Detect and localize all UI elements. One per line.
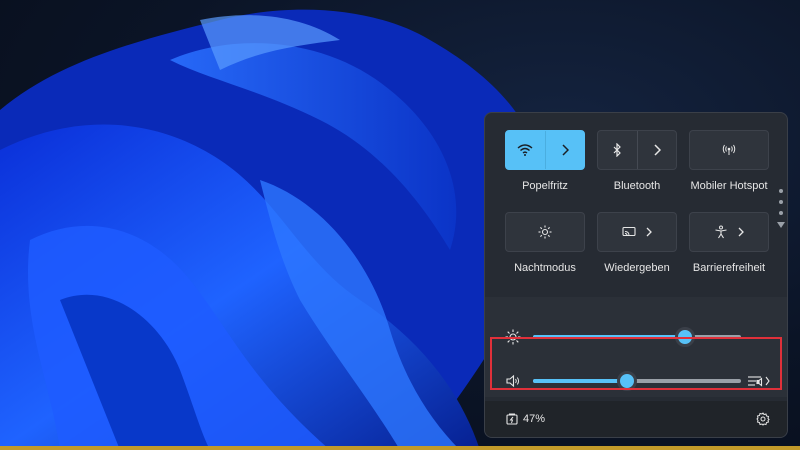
page-dot[interactable] xyxy=(779,211,783,215)
bluetooth-label: Bluetooth xyxy=(613,180,661,192)
page-dot[interactable] xyxy=(779,200,783,204)
bluetooth-expand-button[interactable] xyxy=(638,131,677,169)
bluetooth-toggle[interactable] xyxy=(598,131,638,169)
chevron-right-icon xyxy=(653,144,661,156)
wifi-label: Popelfritz xyxy=(522,180,568,192)
hotspot-label: Mobiler Hotspot xyxy=(690,180,768,192)
chevron-right-icon[interactable] xyxy=(646,227,652,237)
chevron-right-icon xyxy=(561,144,569,156)
wifi-expand-button[interactable] xyxy=(546,131,585,169)
gear-icon[interactable] xyxy=(756,412,770,426)
wifi-tile[interactable] xyxy=(505,130,585,170)
chevron-right-icon[interactable] xyxy=(738,227,744,237)
cast-label: Wiedergeben xyxy=(604,262,670,274)
battery-percent: 47% xyxy=(523,413,546,425)
quick-settings-footer: 47% xyxy=(485,401,787,437)
accessibility-icon xyxy=(714,225,728,239)
night-mode-icon xyxy=(538,225,552,239)
wifi-icon xyxy=(517,144,533,156)
wifi-toggle[interactable] xyxy=(506,131,546,169)
battery-charging-icon[interactable] xyxy=(505,411,521,427)
bluetooth-tile[interactable] xyxy=(597,130,677,170)
page-indicator[interactable] xyxy=(777,189,785,228)
bluetooth-icon xyxy=(612,143,622,157)
hotspot-tile[interactable] xyxy=(689,130,769,170)
night-mode-label: Nachtmodus xyxy=(514,262,576,274)
taskbar-edge xyxy=(0,446,800,450)
accessibility-tile[interactable] xyxy=(689,212,769,252)
volume-highlight-box xyxy=(490,337,782,390)
page-dot[interactable] xyxy=(779,189,783,193)
cast-icon xyxy=(622,226,636,238)
night-mode-tile[interactable] xyxy=(505,212,585,252)
cast-tile[interactable] xyxy=(597,212,677,252)
chevron-down-icon[interactable] xyxy=(777,222,785,228)
accessibility-label: Barrierefreiheit xyxy=(692,262,766,274)
hotspot-icon xyxy=(722,144,736,156)
